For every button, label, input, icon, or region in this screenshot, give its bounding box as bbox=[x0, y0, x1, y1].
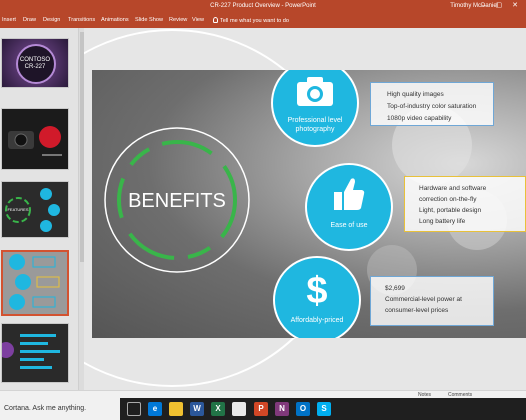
slide-thumbnail-3[interactable]: FEATURES bbox=[1, 181, 69, 238]
thumbnail-1-title: CONTOSO bbox=[19, 57, 51, 63]
detail-3-line-2: Commercial-level power at bbox=[385, 296, 462, 303]
benefit-1-caption-line-1: Professional level bbox=[287, 117, 343, 124]
slide-thumbnail-pane: CONTOSO CR-227 FEATURES bbox=[0, 28, 78, 390]
title-bar: CR-227 Product Overview - PowerPoint Tim… bbox=[0, 0, 526, 14]
thumbnail-3-label: FEATURES bbox=[7, 207, 29, 212]
slide-thumbnail-5[interactable] bbox=[1, 323, 69, 383]
tell-me-label: Tell me what you want to do bbox=[220, 18, 290, 24]
slide-thumbnail-2[interactable] bbox=[1, 108, 69, 170]
onenote-icon[interactable]: N bbox=[275, 402, 289, 416]
details-box-2[interactable]: Hardware and software correction on-the-… bbox=[404, 176, 526, 232]
thumbnail-4-graphic bbox=[3, 252, 67, 314]
skype-icon[interactable]: S bbox=[317, 402, 331, 416]
benefit-caption-2: Ease of use bbox=[330, 222, 368, 229]
detail-2-line-4: Long battery life bbox=[419, 218, 466, 225]
task-view-icon[interactable] bbox=[127, 402, 141, 416]
excel-icon[interactable]: X bbox=[211, 402, 225, 416]
slide-thumbnail-4-selected[interactable] bbox=[1, 250, 69, 316]
window-controls[interactable]: – ▢ ✕ bbox=[482, 1, 522, 9]
thumbnail-5-graphic bbox=[2, 334, 60, 369]
details-box-3[interactable]: $2,699 Commercial-level power at consume… bbox=[370, 276, 494, 326]
ribbon-tabs: Insert Draw Design Transitions Animation… bbox=[0, 14, 526, 28]
benefit-caption-3: Affordably-priced bbox=[290, 317, 344, 324]
slide-thumbnail-1[interactable]: CONTOSO CR-227 bbox=[1, 38, 69, 88]
thumbnail-2-graphic bbox=[8, 126, 62, 156]
benefit-1-caption-line-2: photography bbox=[295, 126, 335, 133]
camera-icon bbox=[297, 77, 333, 106]
detail-1-line-1: High quality images bbox=[387, 91, 444, 98]
dollar-icon: $ bbox=[306, 270, 327, 308]
tab-slide-show[interactable]: Slide Show bbox=[135, 17, 163, 23]
powerpoint-icon[interactable]: P bbox=[254, 402, 268, 416]
detail-1-line-3: 1080p video capability bbox=[387, 115, 452, 122]
detail-3-line-3: consumer-level prices bbox=[385, 307, 449, 314]
detail-3-line-1: $2,699 bbox=[385, 285, 405, 292]
details-box-1[interactable]: High quality images Top-of-industry colo… bbox=[370, 82, 494, 126]
lightbulb-icon bbox=[213, 17, 218, 23]
pinned-app-icon[interactable] bbox=[232, 402, 246, 416]
detail-2-line-2: correction on-the-fly bbox=[419, 196, 477, 203]
tab-animations[interactable]: Animations bbox=[101, 17, 129, 23]
tab-view[interactable]: View bbox=[192, 17, 204, 23]
outlook-icon[interactable]: O bbox=[296, 402, 310, 416]
tab-design[interactable]: Design bbox=[43, 17, 60, 23]
benefit-caption-1: Professional level photography bbox=[275, 116, 355, 134]
detail-1-line-2: Top-of-industry color saturation bbox=[387, 103, 477, 110]
status-bar: Notes Comments bbox=[0, 390, 526, 398]
tab-review[interactable]: Review bbox=[169, 17, 187, 23]
word-icon[interactable]: W bbox=[190, 402, 204, 416]
thumbnail-1-subtitle: CR-227 bbox=[24, 64, 46, 70]
svg-text:$: $ bbox=[306, 270, 327, 308]
cortana-search-box[interactable]: Cortana. Ask me anything. bbox=[0, 398, 120, 420]
tab-insert[interactable]: Insert bbox=[2, 17, 16, 23]
current-slide[interactable]: BENEFITS Professional level photography … bbox=[92, 70, 526, 338]
thumbs-up-icon bbox=[334, 178, 365, 210]
detail-2-line-1: Hardware and software bbox=[419, 185, 487, 192]
file-explorer-icon[interactable] bbox=[169, 402, 183, 416]
tab-draw[interactable]: Draw bbox=[23, 17, 36, 23]
tab-transitions[interactable]: Transitions bbox=[68, 17, 95, 23]
detail-2-line-3: Light, portable design bbox=[419, 207, 482, 214]
window-title: CR-227 Product Overview - PowerPoint bbox=[210, 3, 316, 9]
windows-taskbar: Cortana. Ask me anything. e W X P N O S bbox=[0, 398, 526, 420]
tell-me-search[interactable]: Tell me what you want to do bbox=[213, 17, 289, 24]
edge-icon[interactable]: e bbox=[148, 402, 162, 416]
benefits-title: BENEFITS bbox=[128, 190, 226, 212]
